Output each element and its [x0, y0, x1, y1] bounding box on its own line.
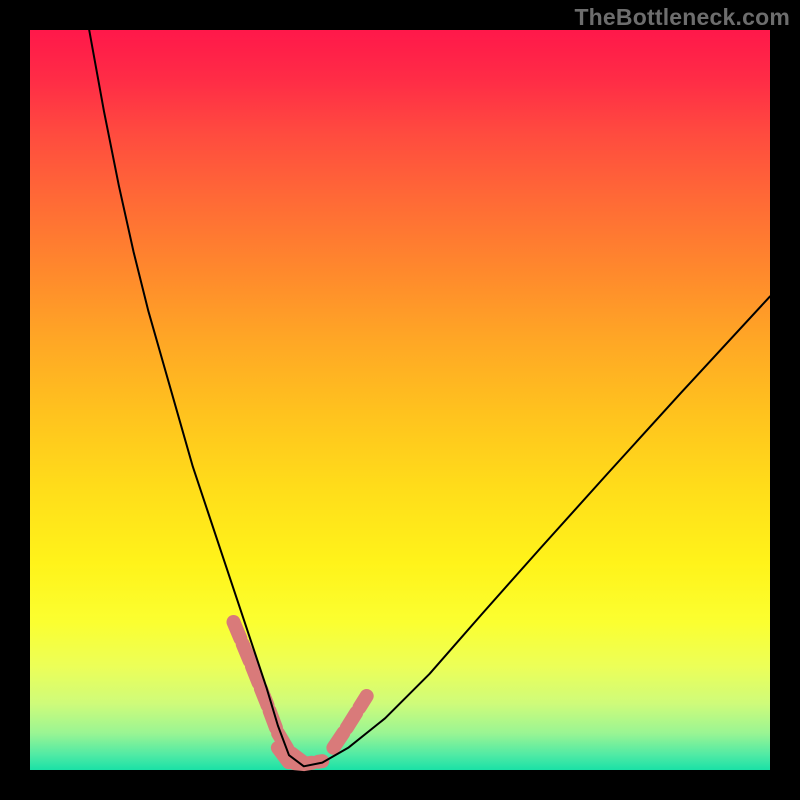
chart-svg: [30, 30, 770, 770]
chart-frame: TheBottleneck.com: [0, 0, 800, 800]
series-group: [89, 30, 770, 766]
series-bottleneck-curve: [89, 30, 770, 766]
watermark-text: TheBottleneck.com: [574, 4, 790, 31]
series-highlight-segment-right: [333, 696, 366, 748]
